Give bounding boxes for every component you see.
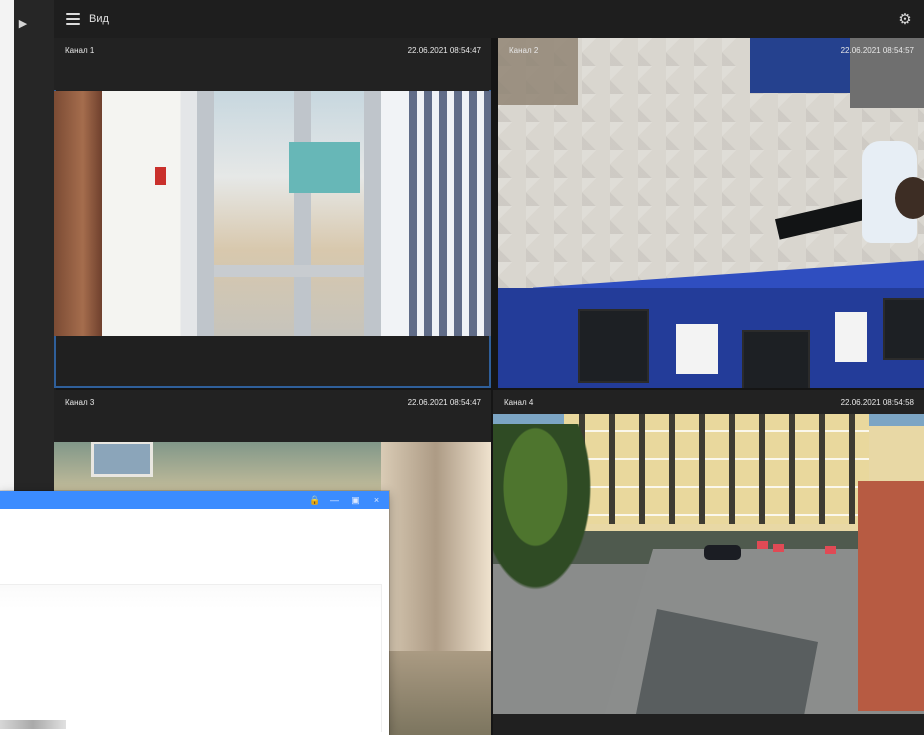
dialog-titlebar: 🔒 — ▣ × (0, 491, 389, 509)
trees (493, 424, 599, 604)
camera-timestamp: 22.06.2021 08:54:58 (840, 398, 914, 407)
camera-tile-header: Канал 4 22.06.2021 08:54:58 (493, 390, 924, 414)
glass-door (197, 91, 381, 336)
building-wall (381, 441, 491, 651)
thumbnail-chip (0, 720, 66, 729)
settings-icon[interactable]: ⚙ (896, 10, 914, 28)
camera-tile-header: Канал 1 22.06.2021 08:54:47 (54, 38, 491, 90)
camera-video[interactable] (498, 38, 924, 388)
white-sign (676, 324, 718, 374)
camera-video[interactable] (493, 414, 924, 714)
camera-title: Канал 3 (65, 398, 95, 407)
building-window (91, 441, 153, 477)
camera-title: Канал 2 (509, 46, 539, 55)
maximize-icon[interactable]: ▣ (351, 495, 360, 505)
overlay-dialog[interactable]: 🔒 — ▣ × (0, 491, 389, 735)
white-sign (835, 312, 867, 362)
car (704, 545, 741, 560)
red-object (825, 546, 836, 554)
camera-tile-1[interactable]: Канал 1 22.06.2021 08:54:47 (54, 38, 491, 388)
wall-pictures (409, 91, 491, 336)
lock-icon[interactable]: 🔒 (309, 495, 320, 505)
camera-title: Канал 1 (65, 46, 95, 55)
menu-icon[interactable] (66, 13, 80, 25)
brick-building (858, 481, 924, 711)
camera-title: Канал 4 (504, 398, 534, 407)
camera-video[interactable] (54, 91, 491, 336)
camera-tile-4[interactable]: Канал 4 22.06.2021 08:54:58 (493, 390, 924, 735)
camera-footer (493, 714, 924, 735)
red-object (757, 541, 768, 549)
minimize-icon[interactable]: — (330, 495, 339, 505)
view-menu-label[interactable]: Вид (89, 13, 109, 25)
monitor (883, 298, 924, 360)
doorframe (54, 91, 102, 336)
door-divider (294, 91, 311, 336)
close-icon[interactable]: × (372, 495, 381, 505)
apartment-building (564, 414, 869, 524)
person-head (895, 177, 924, 219)
camera-timestamp: 22.06.2021 08:54:47 (407, 46, 481, 55)
door-bar (214, 265, 364, 277)
door-poster (289, 142, 360, 193)
camera-tile-2[interactable]: Канал 2 22.06.2021 08:54:57 (498, 38, 924, 388)
camera-tile-header: Канал 3 22.06.2021 08:54:47 (54, 390, 491, 442)
top-toolbar: Вид ⚙ (54, 0, 924, 38)
camera-timestamp: 22.06.2021 08:54:57 (840, 46, 914, 55)
monitor (578, 309, 649, 383)
play-icon[interactable]: ▶ (14, 14, 32, 32)
wall-sign (155, 167, 166, 185)
dialog-content-panel (0, 584, 382, 732)
camera-tile-header: Канал 2 22.06.2021 08:54:57 (498, 38, 924, 58)
red-object (773, 544, 784, 552)
monitor (742, 330, 810, 388)
camera-timestamp: 22.06.2021 08:54:47 (407, 398, 481, 407)
